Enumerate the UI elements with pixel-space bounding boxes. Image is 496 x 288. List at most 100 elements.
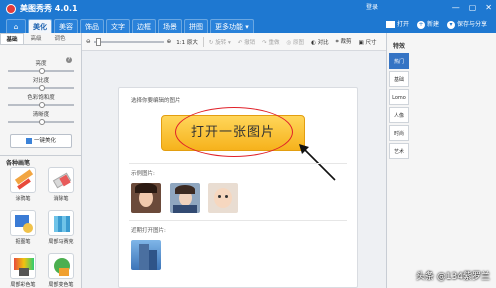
select-image-hint: 选择你要编辑的图片 — [131, 98, 181, 104]
subtab-color[interactable]: 调色 — [48, 33, 72, 44]
zoom-slider[interactable] — [93, 37, 164, 46]
brush-tool-grid: 涂鸦笔 消除笔 抠图笔 局部马赛克 局部彩色笔 局部变色笔 — [5, 167, 79, 288]
original-button[interactable]: ◎ 原图 — [284, 38, 306, 46]
zoom-slider-knob[interactable] — [95, 37, 101, 46]
rotate-button[interactable]: ↻ 旋转 ▾ — [207, 38, 233, 46]
sample-image-thumbnail[interactable] — [170, 183, 200, 213]
recolor-brush-icon — [48, 253, 74, 279]
sample-image-thumbnail[interactable] — [208, 183, 238, 213]
zoom-out-icon[interactable]: ⊖ — [86, 39, 91, 45]
tab-border[interactable]: 边框 — [132, 19, 156, 33]
rotate-label: 旋转 — [215, 39, 227, 46]
sample-images-label: 示例图片: — [131, 171, 155, 177]
tab-beauty[interactable]: 美容 — [54, 19, 78, 33]
actual-size-button[interactable]: 1:1 原大 — [174, 38, 200, 46]
minimize-button[interactable]: — — [452, 3, 460, 12]
open-file-label: 打开 — [397, 21, 410, 29]
slider-track[interactable] — [8, 68, 74, 74]
tab-home[interactable]: ⌂ — [6, 19, 26, 33]
partial-color-brush-tool[interactable]: 局部彩色笔 — [5, 253, 41, 288]
compare-button[interactable]: ◐ 对比 — [309, 38, 331, 46]
slider-thumb[interactable] — [39, 102, 45, 108]
partial-recolor-brush-tool[interactable]: 局部变色笔 — [43, 253, 79, 288]
effect-category-lomo[interactable]: Lomo — [389, 89, 409, 105]
slider-track[interactable] — [8, 119, 74, 125]
brushes-section-title: 各种画笔 — [6, 160, 31, 167]
tab-accessories[interactable]: 饰品 — [80, 19, 104, 33]
compare-label: 对比 — [317, 39, 329, 46]
login-link[interactable]: 登录 — [366, 2, 378, 11]
folder-icon — [386, 21, 395, 29]
file-tools: 打开 + 新建 ▾ 保存与分享 — [386, 19, 487, 29]
tab-collage[interactable]: 拼图 — [184, 19, 208, 33]
recent-images-label: 近期打开图片: — [131, 228, 166, 234]
subtab-basic[interactable]: 基础 — [0, 33, 24, 44]
open-image-card: 选择你要编辑的图片 打开一张图片 示例图片: 近期打开图片: — [118, 87, 358, 288]
undo-button[interactable]: ↶ 撤销 — [236, 38, 257, 46]
recent-image-thumbnail[interactable] — [131, 240, 161, 270]
toolbar-separator — [202, 36, 204, 47]
contrast-slider: 对比度 — [8, 76, 74, 91]
magic-wand-icon — [25, 137, 32, 144]
new-file-button[interactable]: + 新建 — [417, 19, 439, 29]
doodle-brush-icon — [10, 167, 36, 193]
effect-category-hot[interactable]: 热门 — [389, 53, 409, 69]
close-button[interactable]: ✕ — [485, 3, 492, 12]
tool-label: 局部马赛克 — [48, 239, 74, 245]
slider-thumb[interactable] — [39, 119, 45, 125]
maximize-button[interactable]: ▢ — [469, 3, 477, 12]
title-bar: 美图秀秀 4.0.1 登录 — ▢ ✕ ⌂ 美化 美容 饰品 文字 边框 场景 … — [0, 0, 496, 33]
save-share-label: 保存与分享 — [457, 21, 488, 28]
effect-category-basic[interactable]: 基础 — [389, 71, 409, 87]
resize-label: 尺寸 — [365, 39, 377, 46]
subtab-advanced[interactable]: 高级 — [24, 33, 48, 44]
divider — [129, 220, 347, 221]
zoom-in-icon[interactable]: ⊕ — [167, 39, 172, 45]
tool-label: 局部变色笔 — [48, 282, 74, 288]
plus-icon: + — [417, 20, 426, 29]
cutout-brush-tool[interactable]: 抠图笔 — [5, 210, 41, 248]
divider — [129, 163, 347, 164]
window-controls: — ▢ ✕ — [452, 3, 492, 12]
doodle-brush-tool[interactable]: 涂鸦笔 — [5, 167, 41, 205]
slider-label: 亮度 — [35, 61, 47, 67]
resize-button[interactable]: ▣ 尺寸 — [357, 38, 379, 46]
adjustment-subtabs: 基础 高级 调色 — [0, 33, 81, 45]
slider-track[interactable] — [8, 85, 74, 91]
slider-thumb[interactable] — [39, 85, 45, 91]
crop-button[interactable]: ⌗ 裁剪 — [334, 37, 354, 46]
eraser-brush-tool[interactable]: 消除笔 — [43, 167, 79, 205]
open-file-button[interactable]: 打开 — [386, 19, 410, 29]
one-click-beautify-button[interactable]: 一键美化 — [10, 134, 72, 148]
sample-image-thumbnail[interactable] — [131, 183, 161, 213]
main-tabs: ⌂ 美化 美容 饰品 文字 边框 场景 拼图 更多功能 ▾ — [0, 17, 254, 33]
watermark: 头条 @134紫罗兰 — [415, 272, 490, 282]
mosaic-icon — [48, 210, 74, 236]
slider-track[interactable] — [8, 102, 74, 108]
original-label: 原图 — [293, 39, 305, 46]
mosaic-brush-tool[interactable]: 局部马赛克 — [43, 210, 79, 248]
effect-category-art[interactable]: 艺术 — [389, 143, 409, 159]
tool-label: 涂鸦笔 — [15, 196, 31, 202]
effects-panel-title: 特效 — [393, 43, 406, 50]
tab-more-features[interactable]: 更多功能 ▾ — [210, 19, 254, 33]
tab-scene[interactable]: 场景 — [158, 19, 182, 33]
tab-beautify[interactable]: 美化 — [28, 19, 52, 33]
effects-panel: 特效 热门 基础 Lomo 人像 时尚 艺术 — [386, 33, 496, 288]
effect-category-fashion[interactable]: 时尚 — [389, 125, 409, 141]
app-logo-icon — [6, 4, 16, 14]
tool-label: 抠图笔 — [15, 239, 31, 245]
open-image-button[interactable]: 打开一张图片 — [161, 115, 305, 151]
effect-category-portrait[interactable]: 人像 — [389, 107, 409, 123]
slider-label: 色彩饱和度 — [27, 95, 55, 101]
sharpness-slider: 清晰度 — [8, 110, 74, 125]
slider-thumb[interactable] — [39, 68, 45, 74]
saturation-slider: 色彩饱和度 — [8, 93, 74, 108]
effects-category-list: 热门 基础 Lomo 人像 时尚 艺术 — [389, 53, 409, 161]
redo-button[interactable]: ↷ 重做 — [260, 38, 281, 46]
tool-label: 局部彩色笔 — [10, 282, 36, 288]
tab-text[interactable]: 文字 — [106, 19, 130, 33]
save-share-button[interactable]: ▾ 保存与分享 — [447, 19, 487, 29]
crop-label: 裁剪 — [340, 39, 352, 45]
new-file-label: 新建 — [427, 21, 440, 28]
